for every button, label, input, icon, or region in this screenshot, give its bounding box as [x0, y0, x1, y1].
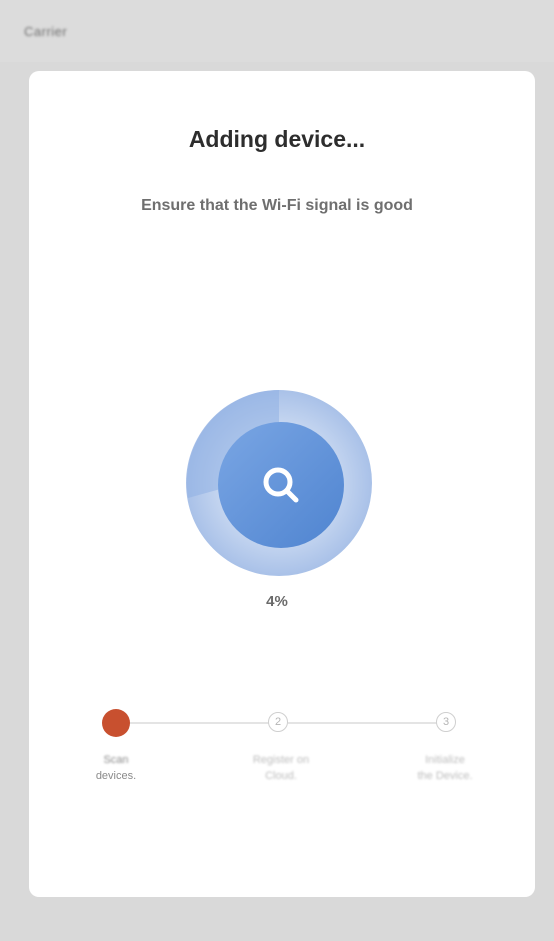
carrier-label: Carrier: [24, 24, 68, 39]
step-1-indicator: [102, 709, 130, 737]
step-2-label: Register on Cloud.: [221, 752, 341, 784]
page-title: Adding device...: [188, 126, 366, 152]
wifi-hint: Ensure that the Wi-Fi signal is good: [141, 197, 413, 214]
step-1-label: Scan devices.: [56, 752, 176, 784]
step-2-indicator: 2: [268, 712, 288, 732]
step-connector-1: [116, 722, 276, 724]
step-connector-2: [288, 722, 438, 724]
step-2-label-line2: Cloud.: [265, 770, 297, 782]
progress-percent: 4%: [266, 593, 288, 610]
progress-steps: 2 3 Scan devices. Register on Cloud. Ini…: [0, 700, 554, 810]
step-1-label-line2: devices.: [95, 770, 137, 782]
status-bar: Carrier: [0, 0, 554, 62]
progress-ring: [184, 388, 374, 578]
step-1-label-line1: Scan: [103, 754, 129, 766]
progress-inner-circle: [218, 422, 344, 548]
step-3-label-line1: Initialize: [425, 754, 465, 766]
step-2-label-line1: Register on: [252, 754, 310, 766]
step-3-label-line2: the Device.: [417, 770, 473, 782]
step-3-label: Initialize the Device.: [385, 752, 505, 784]
step-3-indicator: 3: [436, 712, 456, 732]
bottom-bar: [0, 905, 554, 941]
progress-ring-graphic: [186, 390, 372, 576]
